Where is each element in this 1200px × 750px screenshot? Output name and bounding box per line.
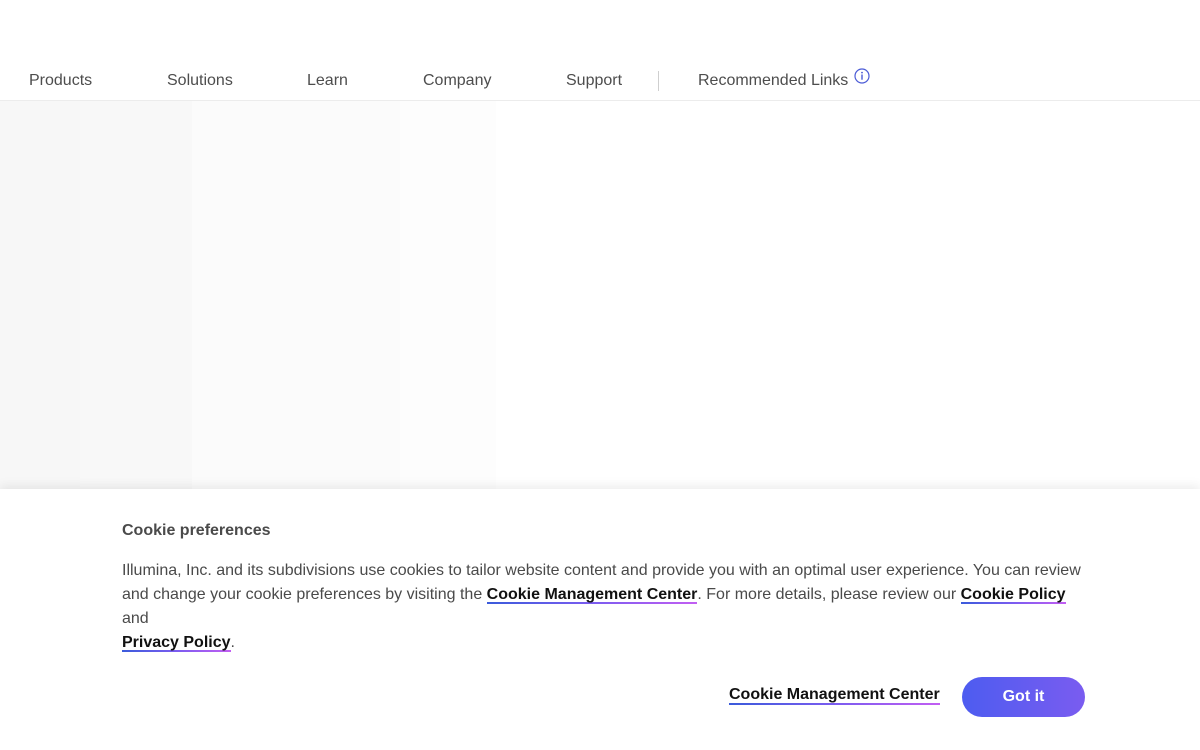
cookie-text-part: . For more details, please review our	[697, 586, 961, 603]
cookie-banner: Cookie preferences Illumina, Inc. and it…	[0, 489, 1200, 750]
got-it-button[interactable]: Got it	[962, 677, 1085, 717]
skeleton-block	[80, 101, 192, 489]
nav-item-company[interactable]: Company	[423, 60, 491, 100]
cookie-text-part: and	[122, 610, 149, 627]
nav-item-solutions[interactable]: Solutions	[167, 60, 233, 100]
nav-item-support[interactable]: Support	[566, 60, 622, 100]
content-loading-placeholder	[0, 101, 1200, 489]
cookie-policy-link[interactable]: Cookie Policy	[960, 586, 1066, 604]
cookie-banner-title: Cookie preferences	[122, 522, 271, 539]
cookie-text-part: .	[230, 634, 235, 651]
main-navigation: Products Solutions Learn Company Support…	[0, 60, 1200, 101]
info-icon[interactable]	[854, 59, 870, 101]
nav-item-recommended-links[interactable]: Recommended Links	[698, 60, 870, 100]
nav-item-products[interactable]: Products	[29, 60, 92, 100]
cookie-banner-text: Illumina, Inc. and its subdivisions use …	[122, 559, 1082, 655]
cookie-management-center-button[interactable]: Cookie Management Center	[729, 686, 940, 705]
nav-divider	[658, 71, 659, 91]
skeleton-block	[0, 101, 80, 489]
recommended-links-label: Recommended Links	[698, 72, 849, 89]
cookie-management-center-link[interactable]: Cookie Management Center	[486, 586, 698, 604]
skeleton-block	[400, 101, 496, 489]
privacy-policy-link[interactable]: Privacy Policy	[122, 634, 231, 652]
top-header-bar	[0, 0, 1200, 60]
nav-item-learn[interactable]: Learn	[307, 60, 348, 100]
skeleton-block	[192, 101, 400, 489]
